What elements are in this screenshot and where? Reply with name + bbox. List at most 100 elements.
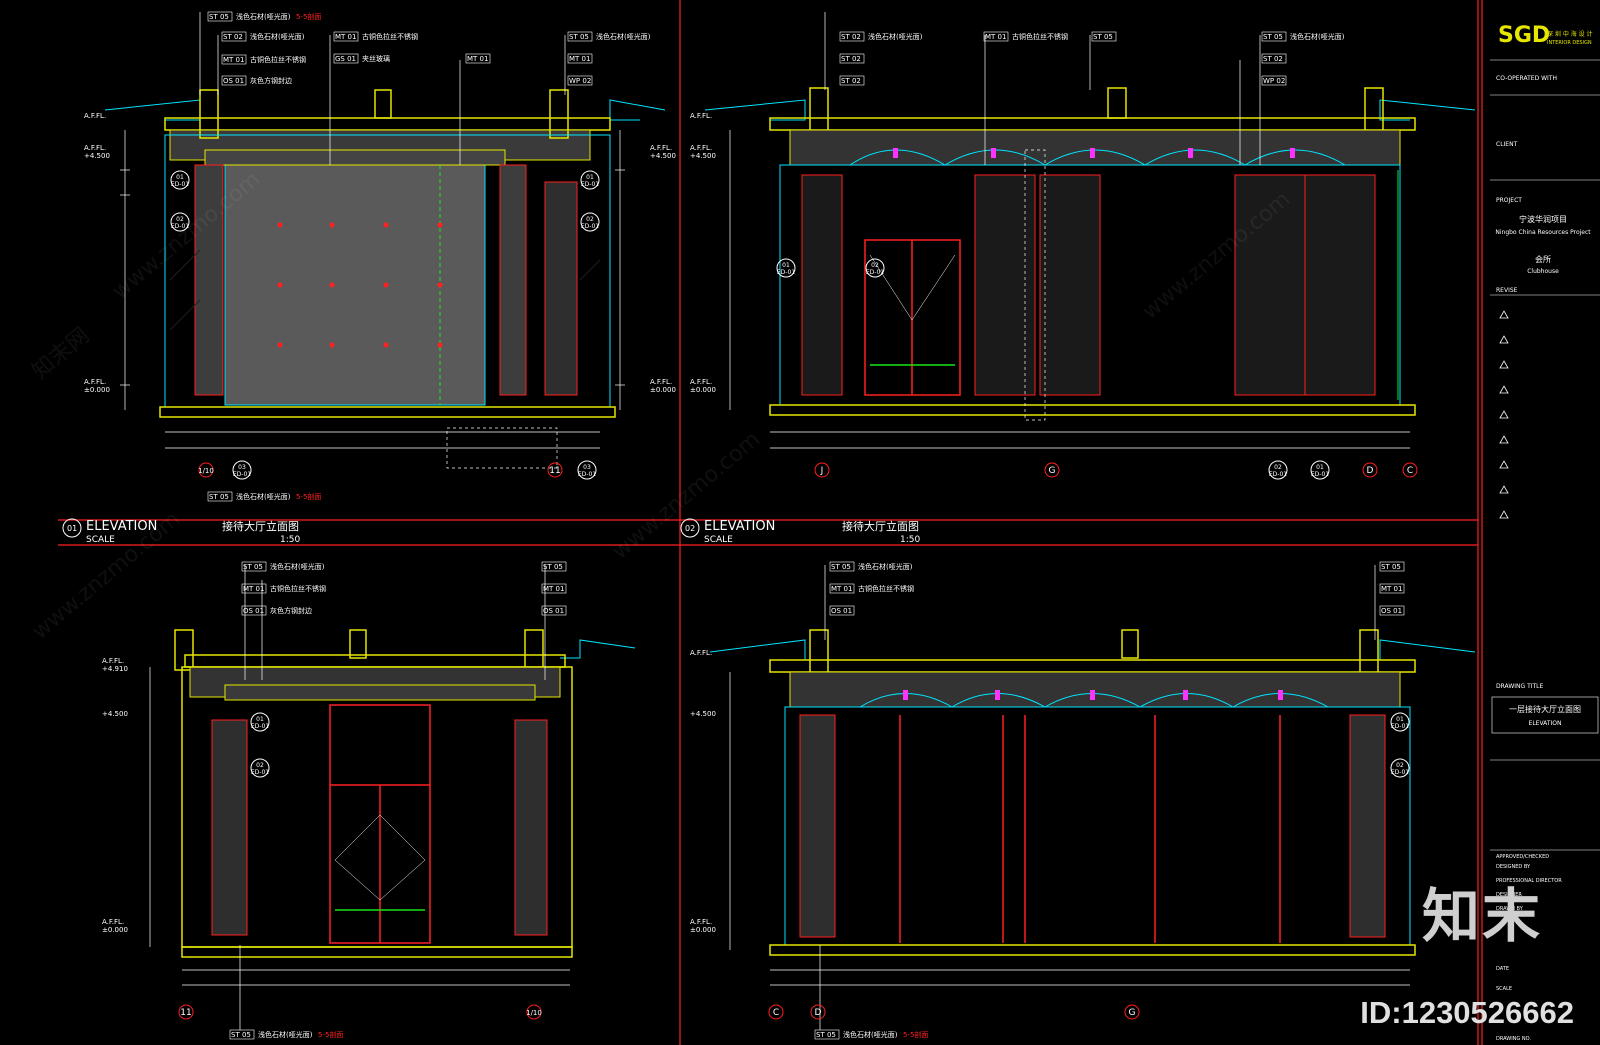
level-aff-4: A.F.FL. (650, 144, 672, 152)
scale-label: SCALE (1496, 986, 1512, 992)
project-en: Ningbo China Resources Project (1495, 229, 1591, 236)
tag-st02-v2a: ST 02 (841, 33, 861, 41)
callout-a5: 01 (256, 716, 264, 723)
tag-os01-desc: 灰色方钢封边 (250, 76, 292, 85)
tag-st02: ST 02 (223, 33, 243, 41)
drawing-title-label: DRAWING TITLE (1496, 683, 1544, 690)
grid-11-b: 11 (180, 1008, 191, 1018)
tag-mt01: MT 01 (223, 56, 244, 64)
tag-st05: ST 05 (209, 13, 229, 21)
level-aff-2: A.F.FL. (84, 144, 106, 152)
tag-st05-v3b: ST 05 (231, 1031, 251, 1039)
approved-label: APPROVED/CHECKED (1496, 854, 1549, 860)
firm-logo: SGD (1498, 23, 1550, 48)
callout-b5-sheet: ED-01 (251, 769, 269, 776)
cad-elevation-drawing: 01 ELEVATION SCALE 接待大厅立面图 1:50 02 ELEVA… (28, 0, 1600, 1045)
callout-c2-sheet: ED-01 (578, 471, 596, 478)
callout-a4: 01 (1316, 464, 1324, 471)
tag-os01-v3r: OS 01 (543, 607, 564, 615)
tag-st05-r: ST 05 (569, 33, 589, 41)
tag-st05-v4r: ST 05 (1381, 563, 1401, 571)
tag-st02-v2a-desc: 浅色石材(哑光面) (868, 32, 923, 41)
level-4500-3: +4.500 (690, 152, 716, 160)
titleblock-lines (1490, 59, 1600, 851)
tag-mt01-b-desc: 古铜色拉丝不锈钢 (362, 32, 418, 41)
tag-st05-v3: ST 05 (243, 563, 263, 571)
callout-c2: 03 (583, 464, 591, 471)
drawing-title-cn: 一层接待大厅立面图 (1509, 704, 1581, 714)
view-01-scale-label: SCALE (86, 535, 115, 545)
tag-os01-v3: OS 01 (243, 607, 264, 615)
drawing-title-en: ELEVATION (1529, 720, 1562, 727)
tag-st05-v2b-desc: 浅色石材(哑光面) (1290, 32, 1345, 41)
tag-mt01-v3: MT 01 (243, 585, 264, 593)
tag-os01-v4r: OS 01 (1381, 607, 1402, 615)
watermark-id: ID:1230526662 (1360, 995, 1574, 1030)
grid-11-a: 11 (549, 466, 560, 476)
level-aff-3: A.F.FL. (84, 378, 106, 386)
tag-gs01-desc: 夹丝玻璃 (362, 54, 390, 63)
callout-a2-sheet: ED-01 (581, 181, 599, 188)
callout-c1-sheet: ED-01 (233, 471, 251, 478)
callout-a5-sheet: ED-01 (251, 723, 269, 730)
project-label: PROJECT (1496, 197, 1522, 204)
coop-label: CO-OPERATED WITH (1496, 75, 1557, 82)
tag-st02-v2d: ST 02 (1263, 55, 1283, 63)
tag-st05-v3b-desc: 浅色石材(哑光面) (258, 1030, 313, 1039)
grid-d-a: D (1367, 466, 1374, 476)
tag-st05-bottom-desc: 浅色石材(哑光面) (236, 492, 291, 501)
subproject-cn: 会所 (1535, 254, 1551, 264)
grid-110-b: 1/10 (526, 1009, 542, 1017)
tag-cut: 5-5剖面 (296, 12, 321, 21)
callout-b4-sheet: ED-01 (1269, 471, 1287, 478)
tag-st05-v3r: ST 05 (543, 563, 563, 571)
tag-os01-v4: OS 01 (831, 607, 852, 615)
client-label: CLIENT (1496, 141, 1518, 148)
date-label: DATE (1496, 966, 1509, 972)
level-4500-4: +4.500 (102, 710, 128, 718)
level-aff-5: A.F.FL. (650, 378, 672, 386)
level-aff-11: A.F.FL. (690, 649, 712, 657)
view-02-scale-label: SCALE (704, 535, 733, 545)
tag-cut-v3: 5-5剖面 (318, 1030, 343, 1039)
callout-b3: 02 (871, 262, 879, 269)
view-02-title-cn: 接待大厅立面图 (842, 519, 919, 533)
callout-b5: 02 (256, 762, 264, 769)
callout-b4: 02 (1274, 464, 1282, 471)
callout-a6: 01 (1396, 716, 1404, 723)
tag-st02-v2b: ST 02 (841, 55, 861, 63)
grid-d-b: D (815, 1008, 822, 1018)
watermark-site-2: www.znzmo.com (608, 427, 765, 565)
tag-wp02: WP 02 (569, 77, 591, 85)
callout-a2: 01 (586, 174, 594, 181)
tag-gs01: GS 01 (335, 55, 356, 63)
tag-st05-v2b: ST 05 (1263, 33, 1283, 41)
tag-mt01-b: MT 01 (335, 33, 356, 41)
grid-j: J (820, 466, 824, 476)
level-aff-8: A.F.FL. (690, 378, 712, 386)
grid-c-a: C (1407, 466, 1413, 476)
tag-st05-v4b: ST 05 (816, 1031, 836, 1039)
tag-st02-v2c: ST 02 (841, 77, 861, 85)
level-aff-12: A.F.FL. (690, 918, 712, 926)
tag-mt01-v3-desc: 古铜色拉丝不锈钢 (270, 584, 326, 593)
view-02-id: 02 (685, 524, 695, 533)
tag-st05-v4: ST 05 (831, 563, 851, 571)
tag-st05-r-desc: 浅色石材(哑光面) (596, 32, 651, 41)
callout-b2-sheet: ED-01 (581, 223, 599, 230)
level-aff-7: A.F.FL. (690, 144, 712, 152)
tag-cut-v4: 5-5剖面 (903, 1030, 928, 1039)
tag-cut-bottom: 5-5剖面 (296, 492, 321, 501)
grid-bubbles: 1/10 11 J G D C 11 1/10 C D G (178, 462, 1418, 1020)
grid-110-a: 1/10 (198, 467, 214, 475)
tag-mt01-v4r: MT 01 (1381, 585, 1402, 593)
view-01-title-cn: 接待大厅立面图 (222, 519, 299, 533)
material-tags-02: ST 02 浅色石材(哑光面) ST 02 ST 02 MT 01 古铜色拉丝不… (839, 31, 1345, 86)
level-0-2: ±0.000 (650, 386, 676, 394)
level-aff-9: A.F.FL. (102, 657, 124, 665)
level-4500-1: +4.500 (84, 152, 110, 160)
callout-a1: 01 (176, 174, 184, 181)
elevation-03 (149, 565, 636, 1030)
elevation-04 (709, 565, 1476, 1030)
tag-st05-v4-desc: 浅色石材(哑光面) (858, 562, 913, 571)
